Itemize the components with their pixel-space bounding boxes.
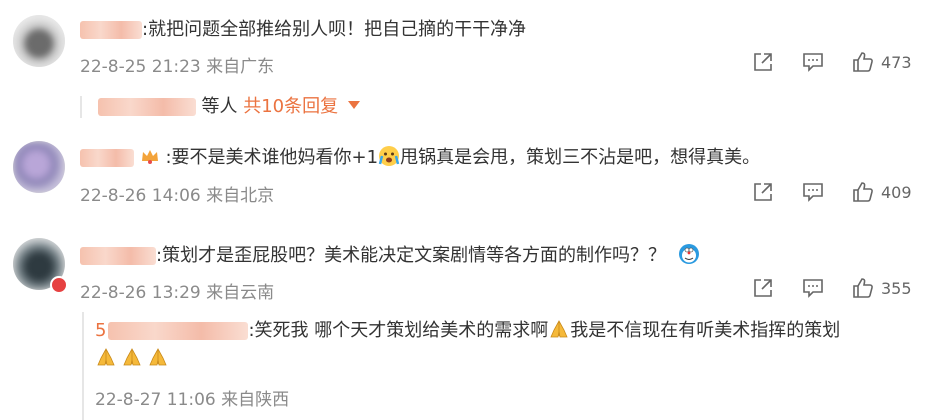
like-button[interactable] [851,180,875,204]
sub-reply: 5 :笑死我 哪个天才策划给美术的需求啊 我是不信现在有听美术指挥的策划 22-8-… [82,312,929,420]
timestamp: 22-8-26 13:29 [80,283,201,303]
reply-divider [80,96,82,118]
caret-down-icon [347,101,360,109]
share-button[interactable] [751,276,775,300]
comment-button[interactable] [801,180,825,204]
comment-button[interactable] [801,50,825,74]
replies-summary: 等人 共10条回复 [80,92,360,118]
comment-icon [803,53,823,72]
share-icon [754,53,772,71]
comment-meta: 22-8-25 21:23 来自广东 [80,52,274,77]
share-button[interactable] [751,50,775,74]
sub-reply-meta: 22-8-27 11:06 来自陕西 [95,385,289,410]
comment-icon [803,279,823,298]
like-button[interactable] [851,50,875,74]
avatar[interactable] [13,141,65,193]
like-button[interactable] [851,276,875,300]
doraemon-emoji [678,244,699,264]
sub-reply-emoji-row [95,346,169,372]
sub-reply-text-row: 5 :笑死我 哪个天才策划给美术的需求啊 我是不信现在有听美术指挥的策划 [95,318,840,344]
like-count: 409 [881,182,912,202]
like-count: 473 [881,52,912,72]
like-count: 355 [881,278,912,298]
comment-text-row: :就把问题全部推给别人呗！把自己摘的干干净净 [80,17,526,43]
comment-actions: 409 [725,180,913,204]
crying-emoji [378,146,400,166]
comment-actions: 355 [725,276,913,300]
comment-text-part2: 甩锅真是会甩，策划三不沾是吧，想得真美。 [400,147,761,168]
location: 来自云南 [206,283,275,303]
comment-meta: 22-8-26 14:06 来自北京 [80,181,274,206]
sub-reply-username[interactable]: 5 [95,320,249,341]
pray-emoji [149,348,167,366]
share-icon [754,183,772,201]
username-blurred[interactable] [80,21,142,39]
location: 来自北京 [206,186,275,206]
comment-2: :要不是美术谁他妈看你+1 甩锅真是会甩，策划三不沾是吧，想得真美。 22-8-2… [0,130,929,225]
crown-icon [141,150,158,164]
sub-reply-text-part2: 我是不信现在有听美术指挥的策划 [570,320,841,341]
pray-emoji [550,320,568,338]
comment-text-row: :要不是美术谁他妈看你+1 甩锅真是会甩，策划三不沾是吧，想得真美。 [80,145,760,171]
comment-text: :策划才是歪屁股吧？美术能决定文案剧情等各方面的制作吗？？ [156,245,667,266]
comment-icon [803,183,823,202]
verified-badge [50,276,68,294]
like-icon [853,278,873,298]
comment-actions: 473 [725,50,913,74]
pray-emoji [97,348,115,366]
reply-usernames-blurred[interactable] [97,98,196,116]
timestamp: 22-8-27 11:06 [95,390,216,410]
username-blurred[interactable] [80,149,134,167]
timestamp: 22-8-25 21:23 [80,57,201,77]
comment-1: :就把问题全部推给别人呗！把自己摘的干干净净 22-8-25 21:23 来自广… [0,0,929,120]
comment-text: :就把问题全部推给别人呗！把自己摘的干干净净 [142,19,527,40]
share-button[interactable] [751,180,775,204]
like-icon [853,52,873,72]
view-replies-label: 共10条回复 [243,96,339,117]
sub-reply-text-part1: :笑死我 哪个天才策划给美术的需求啊 [248,320,549,341]
view-replies-link[interactable]: 共10条回复 [243,96,360,117]
username-blurred[interactable] [80,247,156,265]
username-blurred [108,322,249,340]
share-icon [754,279,772,297]
comment-button[interactable] [801,276,825,300]
replies-suffix: 等人 [201,96,238,117]
location: 来自陕西 [221,390,290,410]
comment-meta: 22-8-26 13:29 来自云南 [80,278,274,303]
comment-text-part1: :要不是美术谁他妈看你+1 [165,147,379,168]
username-prefix: 5 [95,320,107,341]
like-icon [853,182,873,202]
location: 来自广东 [206,57,275,77]
timestamp: 22-8-26 14:06 [80,186,201,206]
comment-text-row: :策划才是歪屁股吧？美术能决定文案剧情等各方面的制作吗？？ [80,243,700,269]
pray-emoji [123,348,141,366]
avatar[interactable] [13,15,65,67]
